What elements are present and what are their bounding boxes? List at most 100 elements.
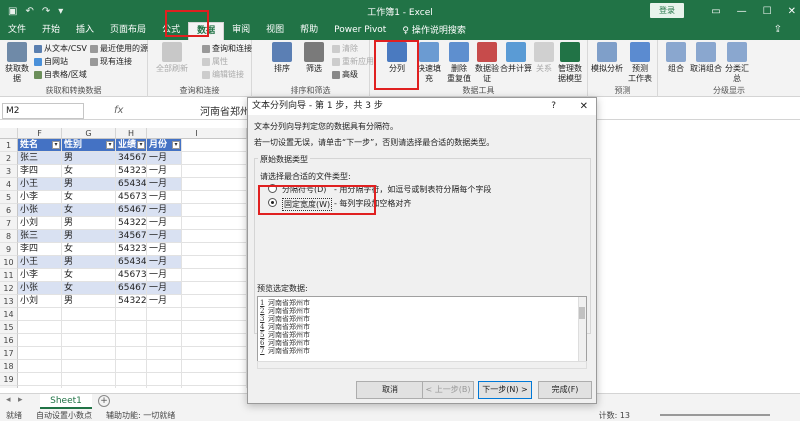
get-data-button[interactable]: 获取数 据 (4, 42, 30, 84)
empty-cell[interactable] (182, 321, 247, 334)
table-cell[interactable]: 男 (62, 295, 116, 308)
from-table-button[interactable]: 自表格/区域 (34, 69, 87, 80)
finish-button[interactable]: 完成(F) (538, 381, 592, 399)
row-header[interactable]: 13 (0, 295, 18, 308)
empty-cell[interactable] (116, 386, 147, 388)
table-cell[interactable]: 女 (62, 269, 116, 282)
empty-cell[interactable] (62, 321, 116, 334)
table-cell[interactable]: 李四 (18, 165, 62, 178)
empty-cell[interactable] (116, 321, 147, 334)
next-button[interactable]: 下一步(N) > (478, 381, 532, 399)
fx-icon[interactable]: fx (114, 105, 154, 116)
empty-cell[interactable] (182, 269, 247, 282)
table-cell[interactable]: 男 (62, 256, 116, 269)
empty-cell[interactable] (18, 321, 62, 334)
table-header-cell[interactable]: 性别 ▾ (62, 139, 116, 152)
table-cell[interactable]: 女 (62, 165, 116, 178)
worksheet-grid[interactable]: F G H I 1 姓名 ▾ 性别 ▾ 业绩 ▾ 月份 ▾ 2 张三男 34567 一月 3 李四女 5432… (0, 128, 247, 388)
minimize-icon[interactable]: — (737, 6, 747, 17)
empty-cell[interactable] (182, 217, 247, 230)
ungroup-button[interactable]: 取消组合 (690, 42, 722, 74)
empty-cell[interactable] (182, 204, 247, 217)
tab-view[interactable]: 视图 (258, 22, 292, 40)
edit-links-button[interactable]: 编辑链接 (202, 69, 244, 80)
empty-cell[interactable] (147, 308, 182, 321)
table-cell[interactable]: 男 (62, 230, 116, 243)
row-header[interactable]: 4 (0, 178, 18, 191)
filter-button[interactable]: 筛选 (302, 42, 326, 74)
undo-icon[interactable]: ↶ (25, 6, 33, 17)
tab-home[interactable]: 开始 (34, 22, 68, 40)
empty-cell[interactable] (62, 334, 116, 347)
maximize-icon[interactable]: ☐ (763, 6, 772, 17)
table-cell[interactable]: 张三 (18, 230, 62, 243)
from-web-button[interactable]: 自网站 (34, 56, 68, 67)
forecast-sheet-button[interactable]: 预测 工作表 (626, 42, 654, 84)
empty-cell[interactable] (182, 308, 247, 321)
select-all-corner[interactable] (0, 128, 18, 139)
column-header-i[interactable]: I (147, 128, 247, 139)
save-icon[interactable]: ▣ (8, 6, 17, 17)
table-cell[interactable]: 45673 (116, 269, 147, 282)
table-cell[interactable]: 54322 (116, 295, 147, 308)
table-cell[interactable]: 一月 (147, 230, 182, 243)
table-header-cell[interactable]: 月份 ▾ (147, 139, 182, 152)
row-header[interactable]: 2 (0, 152, 18, 165)
relationships-button[interactable]: 关系 (534, 42, 554, 74)
existing-connections-button[interactable]: 现有连接 (90, 56, 132, 67)
column-header-h[interactable]: H (116, 128, 147, 139)
empty-cell[interactable] (147, 373, 182, 386)
empty-cell[interactable] (147, 347, 182, 360)
table-cell[interactable]: 一月 (147, 204, 182, 217)
table-cell[interactable]: 34567 (116, 152, 147, 165)
row-header[interactable]: 3 (0, 165, 18, 178)
table-cell[interactable]: 小李 (18, 269, 62, 282)
empty-cell[interactable] (18, 373, 62, 386)
status-accessibility[interactable]: 辅助功能: 一切就绪 (106, 410, 175, 421)
empty-cell[interactable] (147, 386, 182, 388)
table-cell[interactable]: 小王 (18, 178, 62, 191)
prev-sheet-icon[interactable]: ◂ (6, 395, 11, 405)
subtotal-button[interactable]: 分类汇总 (722, 42, 752, 84)
empty-cell[interactable] (62, 347, 116, 360)
dialog-close-icon[interactable]: ✕ (580, 98, 588, 115)
empty-cell[interactable] (62, 360, 116, 373)
table-cell[interactable]: 一月 (147, 295, 182, 308)
row-header[interactable]: 1 (0, 139, 18, 152)
filter-dropdown-icon[interactable]: ▾ (106, 141, 114, 149)
table-cell[interactable]: 一月 (147, 178, 182, 191)
row-header[interactable]: 10 (0, 256, 18, 269)
customize-qat-icon[interactable]: ▾ (58, 6, 63, 17)
what-if-button[interactable]: 模拟分析 (590, 42, 624, 74)
empty-cell[interactable] (18, 347, 62, 360)
data-validation-button[interactable]: 数据验 证 (474, 42, 500, 84)
empty-cell[interactable] (116, 347, 147, 360)
help-icon[interactable]: ? (551, 98, 556, 115)
table-header-cell[interactable]: 姓名 ▾ (18, 139, 62, 152)
table-cell[interactable]: 65467 (116, 204, 147, 217)
row-header[interactable]: 14 (0, 308, 18, 321)
row-header[interactable]: 18 (0, 360, 18, 373)
empty-cell[interactable] (116, 373, 147, 386)
consolidate-button[interactable]: 合并计算 (500, 42, 532, 74)
table-cell[interactable]: 一月 (147, 269, 182, 282)
add-sheet-icon[interactable]: + (98, 395, 110, 407)
empty-cell[interactable] (18, 308, 62, 321)
manage-data-model-button[interactable]: 管理数 据模型 (556, 42, 584, 84)
empty-cell[interactable] (182, 178, 247, 191)
clear-button[interactable]: 清除 (332, 43, 358, 54)
row-header[interactable]: 17 (0, 347, 18, 360)
table-cell[interactable]: 小张 (18, 282, 62, 295)
tab-file[interactable]: 文件 (0, 22, 34, 40)
column-header-g[interactable]: G (62, 128, 116, 139)
empty-cell[interactable] (147, 360, 182, 373)
table-cell[interactable]: 一月 (147, 243, 182, 256)
row-header[interactable]: 11 (0, 269, 18, 282)
reapply-button[interactable]: 重新应用 (332, 56, 374, 67)
tab-page-layout[interactable]: 页面布局 (102, 22, 154, 40)
close-icon[interactable]: ✕ (788, 6, 796, 17)
empty-cell[interactable] (116, 360, 147, 373)
row-header[interactable]: 9 (0, 243, 18, 256)
table-cell[interactable]: 54323 (116, 165, 147, 178)
from-text-button[interactable]: 从文本/CSV (34, 43, 87, 54)
